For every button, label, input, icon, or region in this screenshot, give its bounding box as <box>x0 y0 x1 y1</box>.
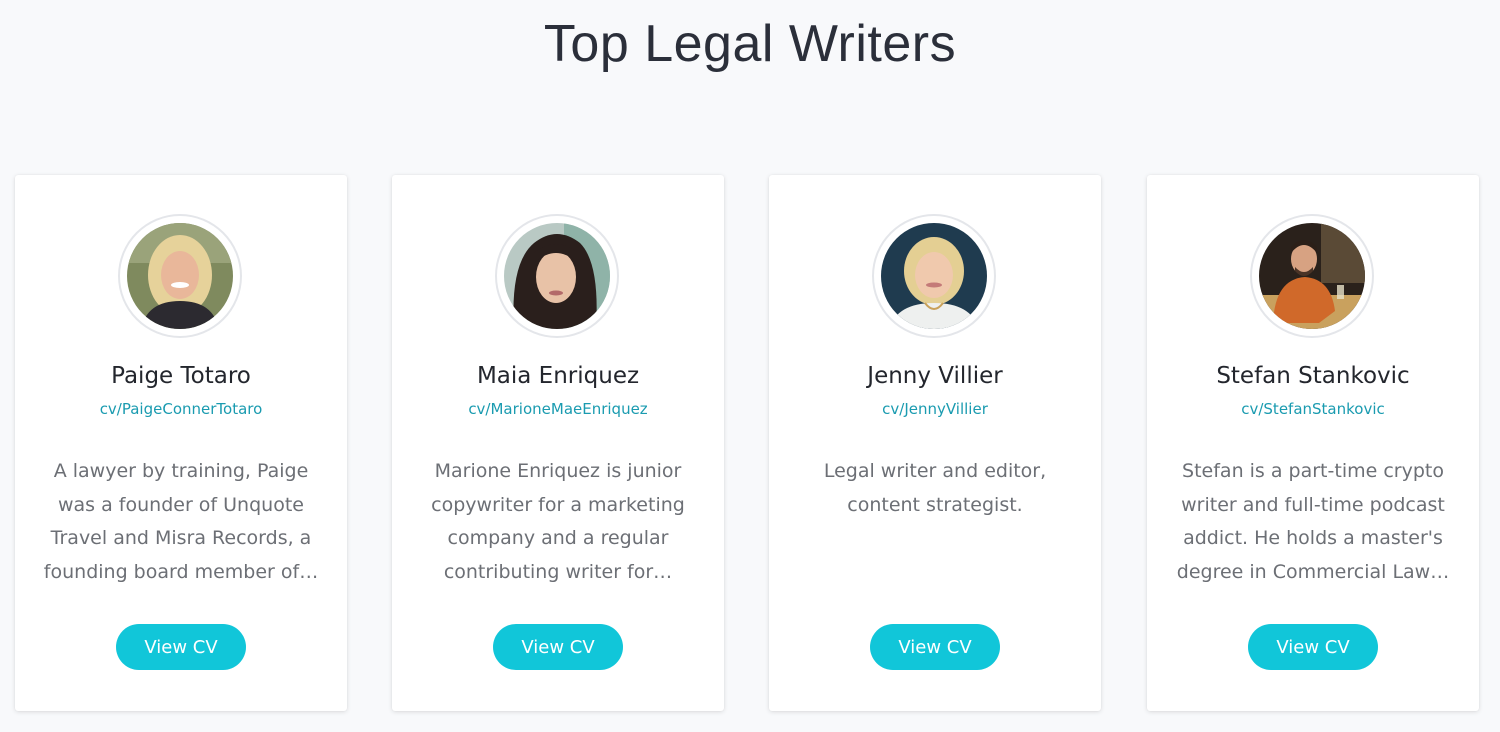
writer-bio: Stefan is a part-time crypto writer and … <box>1176 460 1450 583</box>
avatar[interactable] <box>127 223 233 329</box>
avatar-frame <box>1252 216 1372 336</box>
avatar[interactable] <box>1259 223 1365 329</box>
view-cv-button[interactable]: View CV <box>870 624 1000 670</box>
cv-link[interactable]: cv/StefanStankovic <box>1147 400 1479 418</box>
writer-card-maia: Maia Enriquez cv/MarioneMaeEnriquez Mari… <box>392 175 724 711</box>
writer-bio: A lawyer by training, Paige was a founde… <box>43 460 319 583</box>
view-cv-button[interactable]: View CV <box>116 624 246 670</box>
writer-card-jenny: Jenny Villier cv/JennyVillier Legal writ… <box>769 175 1101 711</box>
avatar-frame <box>120 216 240 336</box>
writer-name: Paige Totaro <box>111 363 251 389</box>
avatar-frame <box>874 216 994 336</box>
avatar-frame <box>497 216 617 336</box>
avatar[interactable] <box>504 223 610 329</box>
cv-link[interactable]: cv/MarioneMaeEnriquez <box>392 400 724 418</box>
writer-name: Jenny Villier <box>867 363 1003 389</box>
writer-name: Stefan Stankovic <box>1216 363 1410 389</box>
view-cv-button[interactable]: View CV <box>493 624 623 670</box>
writer-name: Maia Enriquez <box>476 363 640 389</box>
writer-cards: Paige Totaro cv/PaigeConnerTotaro A lawy… <box>0 175 1500 712</box>
avatar[interactable] <box>881 223 987 329</box>
avatar-photo-icon <box>504 223 610 329</box>
writer-bio: Legal writer and editor, content strateg… <box>823 460 1047 516</box>
avatar-photo-icon <box>1259 223 1365 329</box>
writer-bio: Marione Enriquez is junior copywriter fo… <box>431 460 685 583</box>
writer-card-paige: Paige Totaro cv/PaigeConnerTotaro A lawy… <box>15 175 347 711</box>
page-title: Top Legal Writers <box>543 15 957 73</box>
avatar-photo-icon <box>881 223 987 329</box>
view-cv-button[interactable]: View CV <box>1248 624 1378 670</box>
cv-link[interactable]: cv/JennyVillier <box>769 400 1101 418</box>
writer-card-stefan: Stefan Stankovic cv/StefanStankovic Stef… <box>1147 175 1479 711</box>
avatar-photo-icon <box>127 223 233 329</box>
cv-link[interactable]: cv/PaigeConnerTotaro <box>15 400 347 418</box>
